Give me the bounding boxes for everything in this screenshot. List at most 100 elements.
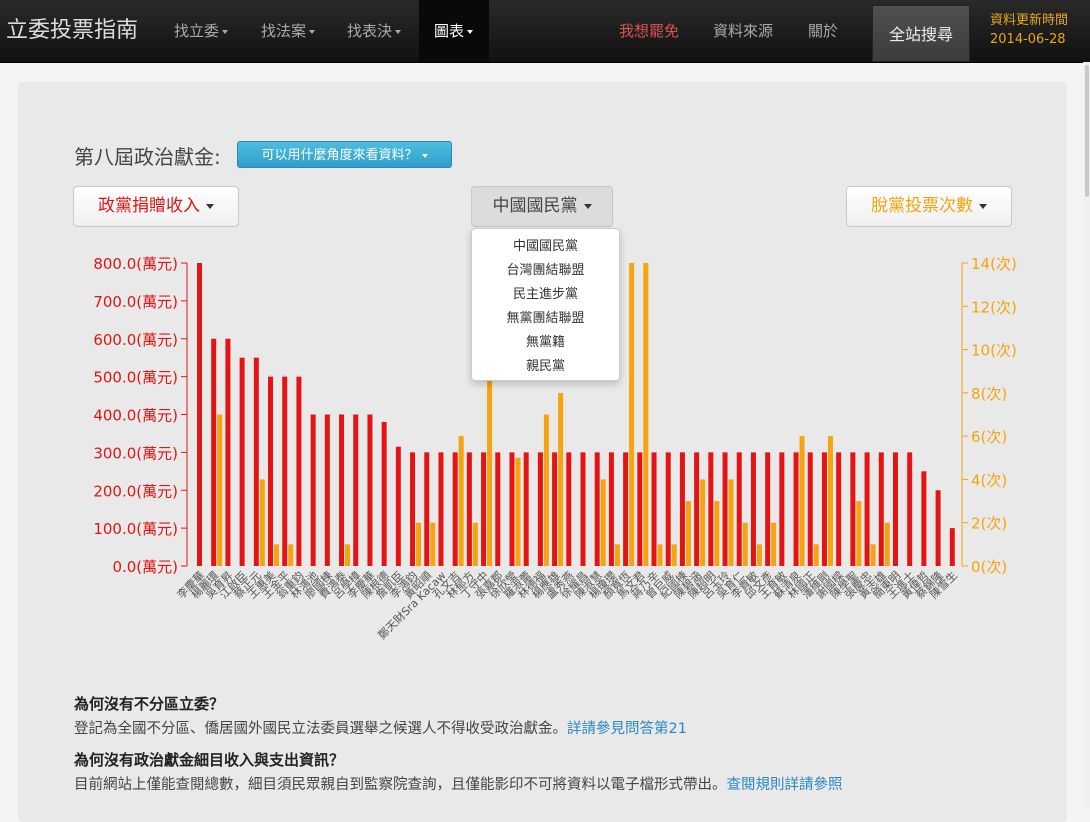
donation-bar: [608, 452, 614, 566]
donation-bar: [623, 452, 629, 566]
donation-bar: [779, 452, 785, 566]
donation-bar: [736, 452, 742, 566]
donation-bar: [836, 452, 842, 566]
right-tick-label: 2(次): [971, 515, 1007, 533]
faq-link-1[interactable]: 詳請參見問答第21: [567, 721, 687, 737]
donation-bar: [878, 452, 884, 566]
donation-bar: [722, 452, 728, 566]
donation-bar: [552, 452, 558, 566]
defection-bar: [671, 544, 677, 566]
donation-bar: [651, 452, 657, 566]
faq-answer-1: 登記為全國不分區、僑居國外國民立法委員選舉之候選人不得收受政治獻金。詳請參見問答…: [74, 717, 687, 738]
defection-bar: [799, 436, 805, 566]
party-dropdown-menu: 中國國民黨 台灣團結聯盟 民主進步黨 無黨團結聯盟 無黨籍 親民黨: [471, 228, 620, 381]
donation-bar: [892, 452, 898, 566]
defection-bar: [813, 544, 819, 566]
defection-bar: [742, 522, 748, 566]
defection-bar: [558, 392, 564, 566]
left-tick-label: 400.0(萬元): [93, 407, 178, 425]
faq-answer-2: 目前網站上僅能查閱總數，細目須民眾親自到監察院查詢，且僅能影印不可將資料以電子檔…: [74, 773, 843, 794]
defection-bar: [714, 501, 720, 566]
left-tick-label: 700.0(萬元): [93, 293, 178, 311]
defection-bar: [756, 544, 762, 566]
donation-bar: [765, 452, 771, 566]
donation-bar: [949, 528, 955, 566]
left-tick-label: 100.0(萬元): [93, 520, 178, 538]
left-tick-label: 300.0(萬元): [93, 444, 178, 462]
defection-bar: [728, 479, 734, 566]
defection-bar: [657, 544, 663, 566]
defection-bar: [870, 544, 876, 566]
defection-bar: [543, 414, 549, 566]
faq-link-2[interactable]: 查閱規則詳請參照: [727, 777, 843, 793]
right-tick-label: 4(次): [971, 471, 1007, 489]
donation-bar: [239, 357, 245, 566]
defection-bar: [884, 522, 890, 566]
right-tick-label: 12(次): [971, 298, 1017, 316]
left-tick-label: 500.0(萬元): [93, 369, 178, 387]
defection-bar: [458, 436, 464, 566]
left-tick-label: 800.0(萬元): [93, 255, 178, 273]
menu-item-dpp[interactable]: 民主進步黨: [472, 283, 619, 307]
right-tick-label: 10(次): [971, 342, 1017, 360]
defection-bar: [600, 479, 606, 566]
donation-bar: [537, 452, 543, 566]
left-tick-label: 0.0(萬元): [112, 558, 178, 576]
donation-bar: [793, 452, 799, 566]
defection-bar: [629, 263, 635, 566]
menu-item-pfp[interactable]: 親民黨: [472, 355, 619, 379]
donation-bar: [708, 452, 714, 566]
defection-bar: [827, 436, 833, 566]
defection-bar: [430, 522, 436, 566]
donation-bar: [438, 452, 444, 566]
donation-bar: [324, 414, 330, 566]
menu-item-npsu[interactable]: 無黨團結聯盟: [472, 307, 619, 331]
donation-bar: [523, 452, 529, 566]
donation-bar: [253, 357, 259, 566]
donation-bar: [282, 376, 288, 566]
menu-item-tsu[interactable]: 台灣團結聯盟: [472, 259, 619, 283]
defection-bar: [685, 501, 691, 566]
donation-bar: [594, 452, 600, 566]
donation-bar: [268, 376, 274, 566]
defection-bar: [345, 544, 351, 566]
donation-bar: [466, 452, 472, 566]
donation-bar: [310, 414, 316, 566]
defection-bar: [259, 479, 265, 566]
donation-bar: [481, 452, 487, 566]
faq-question-1: 為何沒有不分區立委？: [74, 695, 225, 713]
defection-bar: [515, 457, 521, 566]
donation-bar: [339, 414, 345, 566]
faq-question-2: 為何沒有政治獻金細目收入與支出資訊？: [74, 751, 345, 769]
donation-bar: [211, 338, 217, 566]
donation-bar: [750, 452, 756, 566]
defection-bar: [416, 522, 422, 566]
donation-bar: [197, 263, 202, 566]
donation-bar: [225, 338, 231, 566]
donation-bar: [665, 452, 671, 566]
donation-bar: [367, 414, 373, 566]
donation-bar: [424, 452, 430, 566]
defection-bar: [288, 544, 294, 566]
donation-bar: [935, 490, 941, 566]
donation-bar: [381, 422, 387, 566]
donation-bar: [410, 452, 416, 566]
donation-bar: [821, 452, 827, 566]
menu-item-kmt[interactable]: 中國國民黨: [472, 235, 619, 259]
defection-bar: [771, 522, 777, 566]
defection-bar: [274, 544, 280, 566]
donation-bar: [679, 452, 685, 566]
donation-bar: [637, 452, 643, 566]
menu-item-independent[interactable]: 無黨籍: [472, 331, 619, 355]
right-tick-label: 14(次): [971, 255, 1017, 273]
right-tick-label: 0(次): [971, 558, 1007, 576]
donation-bar: [921, 471, 927, 566]
defection-bar: [217, 414, 223, 566]
donation-bar: [580, 452, 586, 566]
donation-bar: [864, 452, 870, 566]
donation-bar: [495, 452, 501, 566]
defection-bar: [643, 263, 649, 566]
defection-bar: [487, 371, 493, 566]
faq-answer-text: 目前網站上僅能查閱總數，細目須民眾親自到監察院查詢，且僅能影印不可將資料以電子檔…: [74, 777, 727, 793]
donation-bar: [509, 452, 515, 566]
